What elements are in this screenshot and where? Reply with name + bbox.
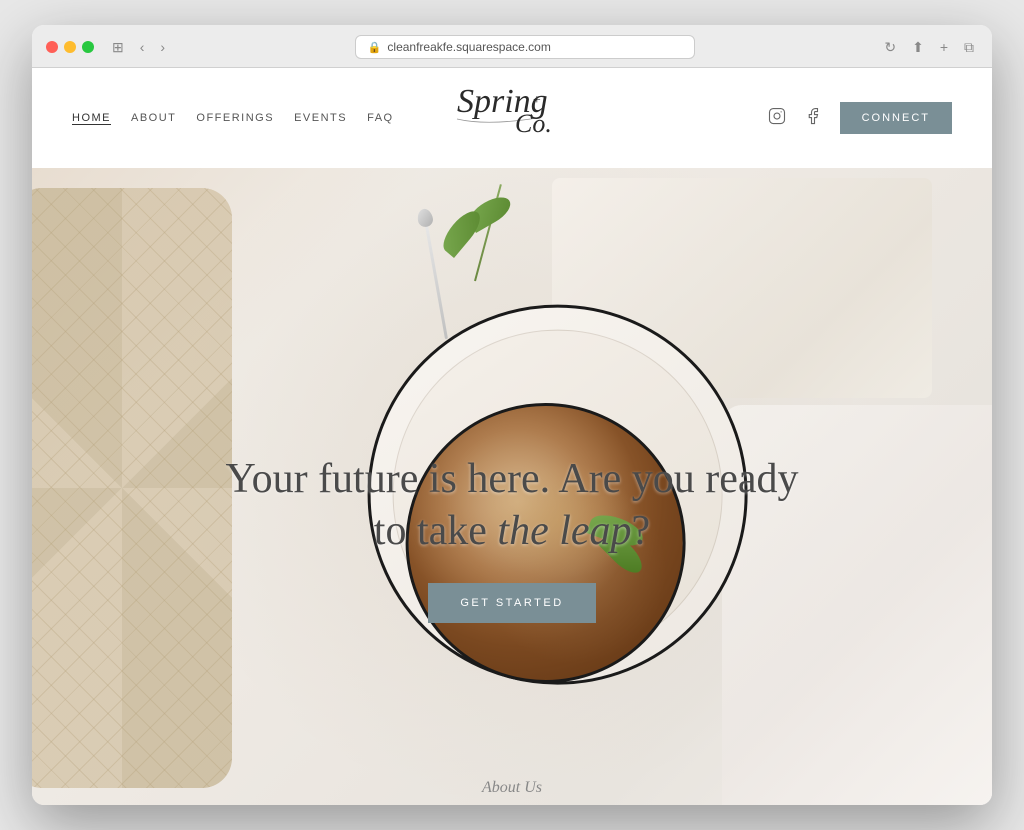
hero-headline: Your future is here. Are you ready to ta… — [222, 453, 802, 558]
hero-section: Your future is here. Are you ready to ta… — [32, 168, 992, 805]
instagram-icon[interactable] — [768, 107, 786, 130]
facebook-icon[interactable] — [804, 107, 822, 130]
back-icon[interactable]: ‹ — [136, 37, 149, 57]
nav-right: CONNeCT — [768, 102, 952, 134]
svg-text:+: + — [532, 93, 541, 108]
browser-chrome: ⊞ ‹ › 🔒 cleanfreakfe.squarespace.com ↻ ⬆… — [32, 25, 992, 68]
close-button[interactable] — [46, 41, 58, 53]
url-text: cleanfreakfe.squarespace.com — [387, 40, 550, 54]
nav-offerings[interactable]: OFFERINGS — [196, 112, 274, 124]
site-header: HOME ABOUT OFFERINGS EVENTS FAQ Spring +… — [32, 68, 992, 168]
hero-text-block: Your future is here. Are you ready to ta… — [222, 453, 802, 623]
new-tab-icon[interactable]: + — [936, 37, 952, 57]
lock-icon: 🔒 — [368, 41, 382, 54]
get-started-button[interactable]: GET STARTED — [428, 583, 595, 623]
site-logo[interactable]: Spring + Co. — [447, 74, 577, 163]
address-bar[interactable]: 🔒 cleanfreakfe.squarespace.com — [355, 35, 695, 59]
share-icon[interactable]: ⬆ — [908, 37, 928, 58]
nav-events[interactable]: EVENTS — [294, 112, 347, 124]
connect-button[interactable]: CONNeCT — [840, 102, 952, 134]
hero-headline-end: ? — [632, 508, 651, 554]
nav-about[interactable]: ABOUT — [131, 112, 176, 124]
logo-image: Spring + Co. — [447, 74, 577, 163]
maximize-button[interactable] — [82, 41, 94, 53]
traffic-lights — [46, 41, 94, 53]
duplicate-icon[interactable]: ⧉ — [960, 37, 978, 58]
browser-actions: ↻ ⬆ + ⧉ — [880, 37, 978, 58]
svg-text:Co.: Co. — [515, 109, 552, 138]
minimize-button[interactable] — [64, 41, 76, 53]
about-peek-label: About Us — [482, 779, 542, 796]
nav-left: HOME ABOUT OFFERINGS EVENTS FAQ — [72, 112, 394, 124]
about-us-peek: About Us — [482, 779, 542, 805]
hero-headline-line1: Your future is here. Are you ready — [225, 456, 798, 502]
nav-faq[interactable]: FAQ — [367, 112, 394, 124]
sidebar-toggle-icon[interactable]: ⊞ — [108, 37, 128, 58]
reload-icon[interactable]: ↻ — [880, 37, 900, 58]
nav-home[interactable]: HOME — [72, 112, 111, 124]
browser-window: ⊞ ‹ › 🔒 cleanfreakfe.squarespace.com ↻ ⬆… — [32, 25, 992, 805]
forward-icon[interactable]: › — [156, 37, 169, 57]
hero-headline-line2-start: to take — [374, 508, 498, 554]
browser-controls: ⊞ ‹ › — [108, 37, 169, 58]
address-bar-wrap: 🔒 cleanfreakfe.squarespace.com — [179, 35, 870, 59]
quilt-pattern-overlay — [32, 188, 232, 788]
website-content: HOME ABOUT OFFERINGS EVENTS FAQ Spring +… — [32, 68, 992, 805]
hero-headline-italic: the leap — [497, 508, 631, 554]
